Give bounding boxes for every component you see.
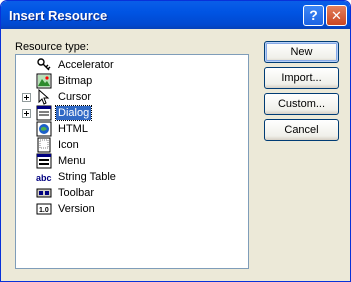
resource-type-label: Resource type:: [15, 41, 89, 53]
expand-icon[interactable]: [22, 93, 31, 102]
list-item-icon[interactable]: Icon: [16, 137, 246, 153]
title-bar[interactable]: Insert Resource ? ✕: [1, 1, 350, 29]
bitmap-icon: [36, 73, 52, 89]
list-item-label: Menu: [58, 155, 86, 167]
cursor-icon: [38, 89, 50, 105]
icon-resource-icon: [37, 137, 51, 153]
expand-icon[interactable]: [22, 109, 31, 118]
list-item-menu[interactable]: Menu: [16, 153, 246, 169]
resource-type-list[interactable]: Accelerator Bitmap Cursor Dialog HTML Ic…: [15, 54, 249, 269]
list-item-bitmap[interactable]: Bitmap: [16, 73, 246, 89]
list-item-cursor[interactable]: Cursor: [16, 89, 246, 105]
new-button[interactable]: New: [264, 41, 339, 63]
list-item-label: Dialog: [54, 105, 93, 121]
menu-icon: [36, 153, 52, 169]
svg-text:abc: abc: [36, 173, 52, 183]
list-item-label: Cursor: [58, 91, 92, 103]
insert-resource-dialog: Insert Resource ? ✕ Resource type: Accel…: [0, 0, 351, 282]
list-item-accelerator[interactable]: Accelerator: [16, 57, 246, 73]
svg-text:1.0: 1.0: [39, 207, 49, 214]
list-item-dialog[interactable]: Dialog: [16, 105, 246, 121]
cancel-button[interactable]: Cancel: [264, 119, 339, 141]
list-item-html[interactable]: HTML: [16, 121, 246, 137]
list-item-label: Bitmap: [58, 75, 93, 87]
list-item-label: Accelerator: [58, 59, 114, 71]
help-button[interactable]: ?: [303, 5, 324, 26]
list-item-label: Icon: [58, 139, 79, 151]
dialog-icon: [36, 105, 52, 121]
list-item-label: Version: [58, 203, 95, 215]
html-icon: [36, 121, 52, 137]
list-item-label: String Table: [58, 171, 116, 183]
accelerator-icon: [37, 58, 51, 71]
string-table-icon: abc: [36, 173, 52, 183]
list-item-label: HTML: [58, 123, 88, 135]
list-item-string-table[interactable]: abc String Table: [16, 169, 246, 185]
list-item-version[interactable]: 1.0 Version: [16, 201, 246, 217]
custom-button[interactable]: Custom...: [264, 93, 339, 115]
close-button[interactable]: ✕: [326, 5, 347, 26]
version-icon: 1.0: [36, 203, 52, 215]
window-title: Insert Resource: [9, 8, 108, 23]
list-item-toolbar[interactable]: Toolbar: [16, 185, 246, 201]
list-item-label: Toolbar: [58, 187, 95, 199]
toolbar-icon: [36, 188, 52, 198]
import-button[interactable]: Import...: [264, 67, 339, 89]
